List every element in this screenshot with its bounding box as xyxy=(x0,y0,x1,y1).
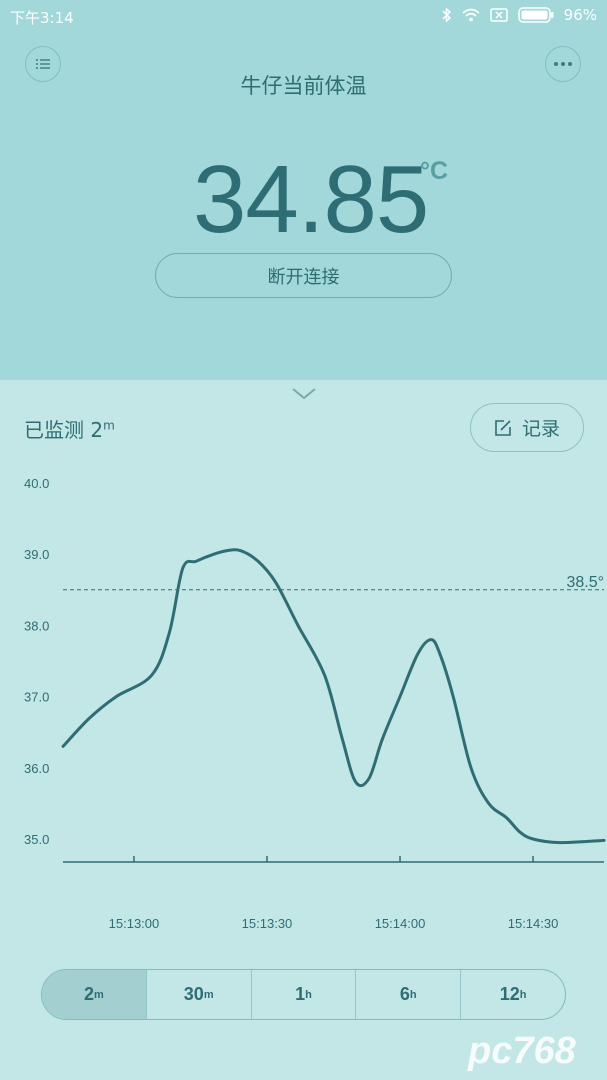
x-tick-label: 15:13:00 xyxy=(109,916,160,931)
more-button[interactable] xyxy=(545,46,581,82)
range-tab-value: 1 xyxy=(295,984,306,1004)
no-sim-icon xyxy=(489,8,508,22)
status-bar: 下午3:14 96% xyxy=(0,0,607,32)
record-label: 记录 xyxy=(521,418,560,440)
wifi-icon xyxy=(462,8,480,22)
status-time: 下午3:14 xyxy=(10,9,74,27)
range-tab-6h[interactable]: 6h xyxy=(356,970,462,1019)
range-tab-unit: h xyxy=(305,988,312,1001)
range-tab-12h[interactable]: 12 h xyxy=(461,970,565,1019)
record-button[interactable]: 记录 xyxy=(470,403,584,452)
range-tab-value: 30 xyxy=(183,984,204,1004)
list-icon xyxy=(36,59,50,69)
y-tick-label: 37.0 xyxy=(24,690,49,705)
temperature-unit: °C xyxy=(420,157,449,185)
monitored-duration: 已监测 2m xyxy=(24,414,115,443)
y-tick-label: 39.0 xyxy=(24,547,49,562)
x-tick-label: 15:14:00 xyxy=(375,916,426,931)
status-icons: 96% xyxy=(442,6,597,24)
temperature-value: 34.85 xyxy=(193,146,429,253)
disconnect-button[interactable]: 断开连接 xyxy=(155,253,452,298)
watermark: pc768 xyxy=(468,1030,576,1072)
range-tab-value: 2 xyxy=(84,984,95,1004)
range-tab-value: 6 xyxy=(399,984,410,1004)
battery-icon xyxy=(517,7,554,23)
threshold-label: 38.5° xyxy=(566,574,604,591)
more-dots-icon xyxy=(554,62,572,66)
temperature-series-line xyxy=(61,548,606,845)
range-tab-unit: m xyxy=(94,988,104,1001)
x-tick-label: 15:14:30 xyxy=(508,916,559,931)
temperature-chart: 40.0 39.0 38.0 37.0 36.0 35.0 15:13:00 15:13:30… xyxy=(24,476,606,931)
range-tab-value: 12 xyxy=(499,984,520,1004)
range-tab-1h[interactable]: 1h xyxy=(252,970,357,1019)
bluetooth-icon xyxy=(442,7,451,23)
page-title: 牛仔当前体温 xyxy=(240,74,367,98)
battery-percentage: 96% xyxy=(563,6,597,24)
y-tick-label: 38.0 xyxy=(24,618,49,633)
monitored-duration-text: 已监测 2 xyxy=(24,418,104,442)
y-tick-label: 35.0 xyxy=(24,832,49,847)
chevron-down-icon[interactable] xyxy=(290,386,318,402)
range-tab-2m[interactable]: 2m xyxy=(42,970,147,1019)
range-tab-unit: h xyxy=(519,988,527,1001)
range-tab-unit: m xyxy=(203,988,214,1001)
range-tab-unit: h xyxy=(409,988,417,1001)
edit-icon xyxy=(495,419,511,436)
y-tick-label: 36.0 xyxy=(24,761,49,776)
monitored-duration-unit: m xyxy=(103,418,115,433)
time-range-selector: 2 m 30 m 1 h 6 h 12 h xyxy=(41,969,566,1020)
range-tab-30m[interactable]: 30 m xyxy=(147,970,252,1019)
x-tick-label: 15:13:30 xyxy=(242,916,293,931)
y-tick-label: 40.0 xyxy=(24,476,49,491)
